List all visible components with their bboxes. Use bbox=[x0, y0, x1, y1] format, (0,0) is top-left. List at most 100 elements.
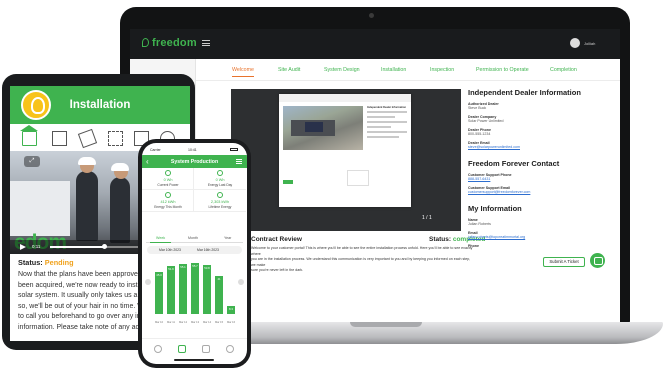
checklist-icon[interactable] bbox=[52, 131, 67, 146]
document-header bbox=[279, 94, 411, 102]
stage-tabs: Welcome Site Audit System Design Install… bbox=[196, 59, 620, 81]
bar-value-label: 45.3 bbox=[156, 273, 162, 278]
contract-description: Welcome to your customer portal! This is… bbox=[251, 246, 473, 273]
x-tick-label: Mar 10 bbox=[154, 321, 164, 324]
field-value: Steve Buck bbox=[468, 106, 487, 110]
dashboard-icon[interactable] bbox=[154, 345, 162, 353]
chart-bars: 45.3 Mar 10 51.9 Mar 11 55.1 Mar 12 55.7 Mar 13… bbox=[155, 259, 239, 324]
bar-value-label: 51.9 bbox=[168, 267, 174, 272]
home-indicator bbox=[174, 359, 214, 361]
laptop-notch bbox=[350, 322, 422, 327]
submit-ticket-button[interactable]: Submit A Ticket bbox=[543, 257, 585, 267]
solar-panel-icon[interactable] bbox=[108, 131, 123, 146]
tablet-title: Installation bbox=[69, 99, 131, 111]
x-tick-label: Mar 11 bbox=[167, 321, 175, 324]
field-value: Solar Power Unlimited bbox=[468, 119, 504, 123]
bar-value-label: 53.8 bbox=[204, 265, 210, 270]
chart-bar[interactable]: 51.9 bbox=[167, 266, 175, 314]
dealer-heading: Independent Dealer Information bbox=[468, 88, 581, 97]
pencil-icon[interactable] bbox=[77, 128, 98, 149]
tab-month[interactable]: Month bbox=[188, 236, 198, 240]
menu-icon[interactable] bbox=[236, 159, 242, 164]
installation-status: Status: Pending bbox=[18, 258, 74, 267]
phone-screen: Carrier 10:41 ‹ System Production 0 Wh Cu… bbox=[142, 143, 247, 364]
metrics-grid: 0 Wh Current Power 0 Wh Energy Last Day 41… bbox=[142, 168, 247, 234]
leaf-icon bbox=[142, 38, 149, 47]
document-title: Independent Dealer Information bbox=[367, 106, 407, 109]
field-label: Phone bbox=[468, 244, 479, 248]
document-icon[interactable] bbox=[202, 345, 210, 353]
video-time: 0:11 bbox=[32, 244, 41, 249]
menu-icon[interactable] bbox=[202, 40, 210, 46]
installer-figure bbox=[110, 163, 130, 243]
tab-week[interactable]: Week bbox=[149, 236, 172, 243]
phone-bottom-nav bbox=[142, 338, 247, 358]
chart-bar[interactable]: 45.3 bbox=[155, 272, 163, 314]
support-email-link[interactable]: customersupport@freedomforever.com bbox=[468, 190, 613, 195]
home-icon[interactable] bbox=[20, 125, 38, 146]
metric-energy-month: 412 kWh Energy This Month bbox=[142, 190, 194, 212]
bar-value-label: 55.1 bbox=[180, 264, 186, 269]
x-tick-label: Mar 13 bbox=[190, 321, 200, 324]
x-tick-label: Mar 12 bbox=[178, 321, 188, 324]
chat-icon[interactable] bbox=[590, 253, 605, 268]
metric-energy-last-day: 0 Wh Energy Last Day bbox=[194, 168, 246, 190]
phone-status-bar: Carrier 10:41 bbox=[142, 143, 247, 155]
tab-system-design[interactable]: System Design bbox=[324, 67, 360, 73]
info-panel: Independent Dealer Information Authorize… bbox=[468, 88, 613, 248]
phone-title: System Production bbox=[170, 159, 219, 165]
fullscreen-icon[interactable]: ⤢ bbox=[24, 156, 40, 167]
freedom-contact-heading: Freedom Forever Contact bbox=[468, 159, 560, 168]
chart-bar[interactable]: 8.3 bbox=[227, 306, 235, 314]
viewer-pages[interactable]: 1 / 1 bbox=[422, 215, 442, 223]
installer-figure bbox=[76, 157, 98, 241]
metric-current-power: 0 Wh Current Power bbox=[142, 168, 194, 190]
contract-review-title: Contract Review bbox=[251, 236, 302, 243]
user-name[interactable]: Jolliah bbox=[584, 41, 595, 46]
production-chart: 45.3 Mar 10 51.9 Mar 11 55.1 Mar 12 55.7 Mar 13… bbox=[145, 254, 245, 324]
bolt-icon bbox=[217, 192, 223, 198]
contract-document: Independent Dealer Information bbox=[279, 94, 411, 207]
laptop-camera bbox=[369, 13, 374, 18]
status-value: Pending bbox=[44, 258, 74, 267]
tab-welcome[interactable]: Welcome bbox=[232, 67, 254, 77]
marketing-scene: freedom Jolliah Welcome Site Audit Syste… bbox=[0, 0, 663, 370]
document-text: Independent Dealer Information bbox=[367, 106, 407, 141]
user-avatar[interactable] bbox=[570, 38, 580, 48]
tablet-header: Installation bbox=[10, 86, 190, 124]
field-value: Julian Roberts bbox=[468, 222, 491, 226]
play-icon[interactable] bbox=[20, 244, 26, 250]
support-phone-link[interactable]: 888-557-6431 bbox=[468, 177, 613, 182]
chart-bar[interactable]: 55.1 bbox=[179, 263, 187, 314]
tab-completion[interactable]: Completion bbox=[550, 67, 577, 73]
battery-icon bbox=[230, 148, 238, 151]
x-tick-label: Mar 15 bbox=[214, 321, 224, 324]
metric-lifetime-energy: 2,303 kWh Lifetime Energy bbox=[194, 190, 246, 212]
dealer-email-link[interactable]: steve@solarpowerunlimited.com bbox=[468, 145, 613, 150]
tab-permission-to-operate[interactable]: Permission to Operate bbox=[476, 67, 529, 73]
brand-logo[interactable]: freedom bbox=[142, 37, 197, 49]
my-email-link[interactable]: julian.roberts@topcreatimmortal.org bbox=[468, 235, 613, 240]
chart-bar[interactable]: 41 bbox=[215, 276, 223, 314]
chart-bar[interactable]: 53.8 bbox=[203, 264, 211, 314]
bar-value-label: 55.7 bbox=[192, 263, 198, 268]
settings-icon[interactable] bbox=[226, 345, 234, 353]
house-photo bbox=[283, 106, 363, 150]
document-button bbox=[283, 180, 293, 184]
phone-header: ‹ System Production bbox=[142, 155, 247, 168]
bar-value-label: 8.3 bbox=[229, 307, 233, 312]
document-seal bbox=[347, 170, 369, 186]
van-image: edom bbox=[10, 181, 70, 254]
production-icon[interactable] bbox=[178, 345, 186, 353]
tab-year[interactable]: Year bbox=[224, 236, 231, 240]
tab-site-audit[interactable]: Site Audit bbox=[278, 67, 300, 73]
solar-panel-icon bbox=[305, 122, 323, 132]
chart-bar[interactable]: 55.7 bbox=[191, 262, 199, 314]
tab-installation[interactable]: Installation bbox=[381, 67, 406, 73]
sun-icon bbox=[217, 170, 223, 176]
app-header: freedom Jolliah bbox=[130, 29, 620, 59]
tab-inspection[interactable]: Inspection bbox=[430, 67, 454, 73]
calendar-icon bbox=[165, 192, 171, 198]
date-range[interactable]: Mar 10th 2023 Mar 16th 2023 bbox=[147, 246, 242, 254]
power-icon bbox=[165, 170, 171, 176]
